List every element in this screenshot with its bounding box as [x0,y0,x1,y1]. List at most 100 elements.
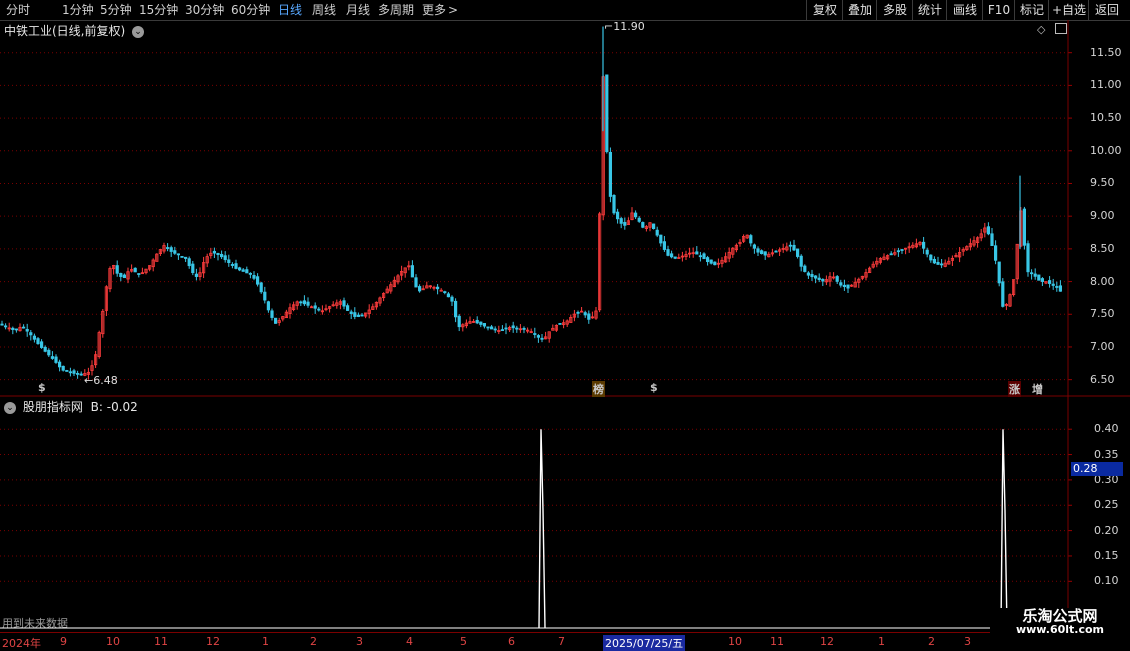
candle-body [504,327,508,330]
event-marker-limit-up[interactable]: 涨 [1008,381,1021,397]
candle-body [342,300,346,307]
candle-body [936,261,940,265]
candle-body [479,321,483,325]
candle-body [187,258,191,267]
candle-body [65,370,69,372]
arrow-left-icon: ← [84,373,94,387]
candle-body [122,274,126,279]
candle-body [922,241,926,249]
candle-body [659,234,663,244]
event-marker-increase[interactable]: 增 [1032,381,1043,397]
event-marker-dollar[interactable]: $ [650,381,658,394]
candle-body [929,254,933,261]
indicator-tick-label: 0.10 [1094,574,1119,588]
indicator-spike [538,429,546,629]
candle-body [702,253,706,260]
indicator-spike [1000,429,1008,629]
site-watermark: 乐淘公式网 www.60lt.com [990,608,1130,636]
candle-body [486,326,490,329]
candle-body [47,349,51,356]
candle-body [619,218,623,224]
date-tick: 5 [460,635,467,648]
candle-body [587,313,591,320]
candle-body [237,267,242,271]
cursor-value-box: 0.28 [1071,462,1123,476]
candle-body [522,327,526,330]
candle-body [32,335,37,340]
candle-body [709,259,713,264]
candle-body [774,250,778,253]
candle-body [835,276,839,282]
date-tick: 2 [310,635,317,648]
candle-body [846,284,850,289]
date-tick: 7 [558,635,565,648]
candle-body [842,284,847,288]
candle-body [749,235,753,244]
candle-body [839,282,843,286]
price-tick-label: 11.00 [1090,78,1122,92]
candle-body [11,327,15,330]
candle-body [180,255,184,258]
candle-body [994,245,998,261]
event-marker-dollar[interactable]: $ [38,381,46,394]
candle-body [230,263,234,266]
candle-body [255,276,260,285]
chart-canvas[interactable] [0,0,1130,650]
date-tick: 6 [508,635,515,648]
candle-body [670,253,674,258]
candle-body [14,328,18,331]
candle-body [245,269,249,274]
candle-body [641,222,645,228]
candle-body [756,248,760,253]
candle-body [68,371,72,374]
candle-body [997,261,1001,284]
candle-body [137,273,141,275]
candle-body [219,253,224,258]
candle-body [263,291,267,301]
candle-body [540,337,544,340]
date-tick: 3 [964,635,971,648]
candle-body [165,247,170,249]
candle-body [414,277,418,288]
price-tick-label: 10.00 [1090,143,1122,157]
high-price-label: ⌐11.90 [604,19,645,33]
candle-body [212,250,216,254]
date-tick: 3 [356,635,363,648]
candle-body [475,319,479,324]
candle-body [173,250,177,254]
candle-body [608,151,613,197]
event-marker-list[interactable]: 榜 [592,381,605,397]
candle-body [612,195,616,214]
price-tick-label: 7.00 [1090,339,1115,353]
candle-body [410,265,415,278]
candle-body [345,305,350,311]
candle-body [1058,285,1062,292]
indicator-tick-label: 0.25 [1094,498,1119,512]
date-tick: 10 [106,635,120,648]
price-tick-label: 8.00 [1090,274,1115,288]
candle-body [925,249,929,255]
candle-body [61,365,65,371]
candle-body [515,327,519,330]
candle-body [191,263,195,274]
candle-body [435,286,440,290]
candle-body [706,257,710,263]
price-tick-label: 7.50 [1090,307,1115,321]
watermark-url: www.60lt.com [1015,623,1105,636]
candle-body [72,370,76,374]
candle-body [896,250,901,253]
candle-body [36,338,40,345]
candle-body [457,315,461,328]
candle-body [4,325,8,328]
candle-body [169,247,173,252]
candle-body [21,326,26,329]
candle-body [43,346,47,352]
candle-body [482,323,487,327]
candle-body [248,272,252,275]
date-tick: 1 [878,635,885,648]
candle-body [29,332,33,336]
date-tick: 9 [60,635,67,648]
candle-body [940,263,944,266]
candle-body [803,265,807,272]
candle-body [1022,208,1027,246]
